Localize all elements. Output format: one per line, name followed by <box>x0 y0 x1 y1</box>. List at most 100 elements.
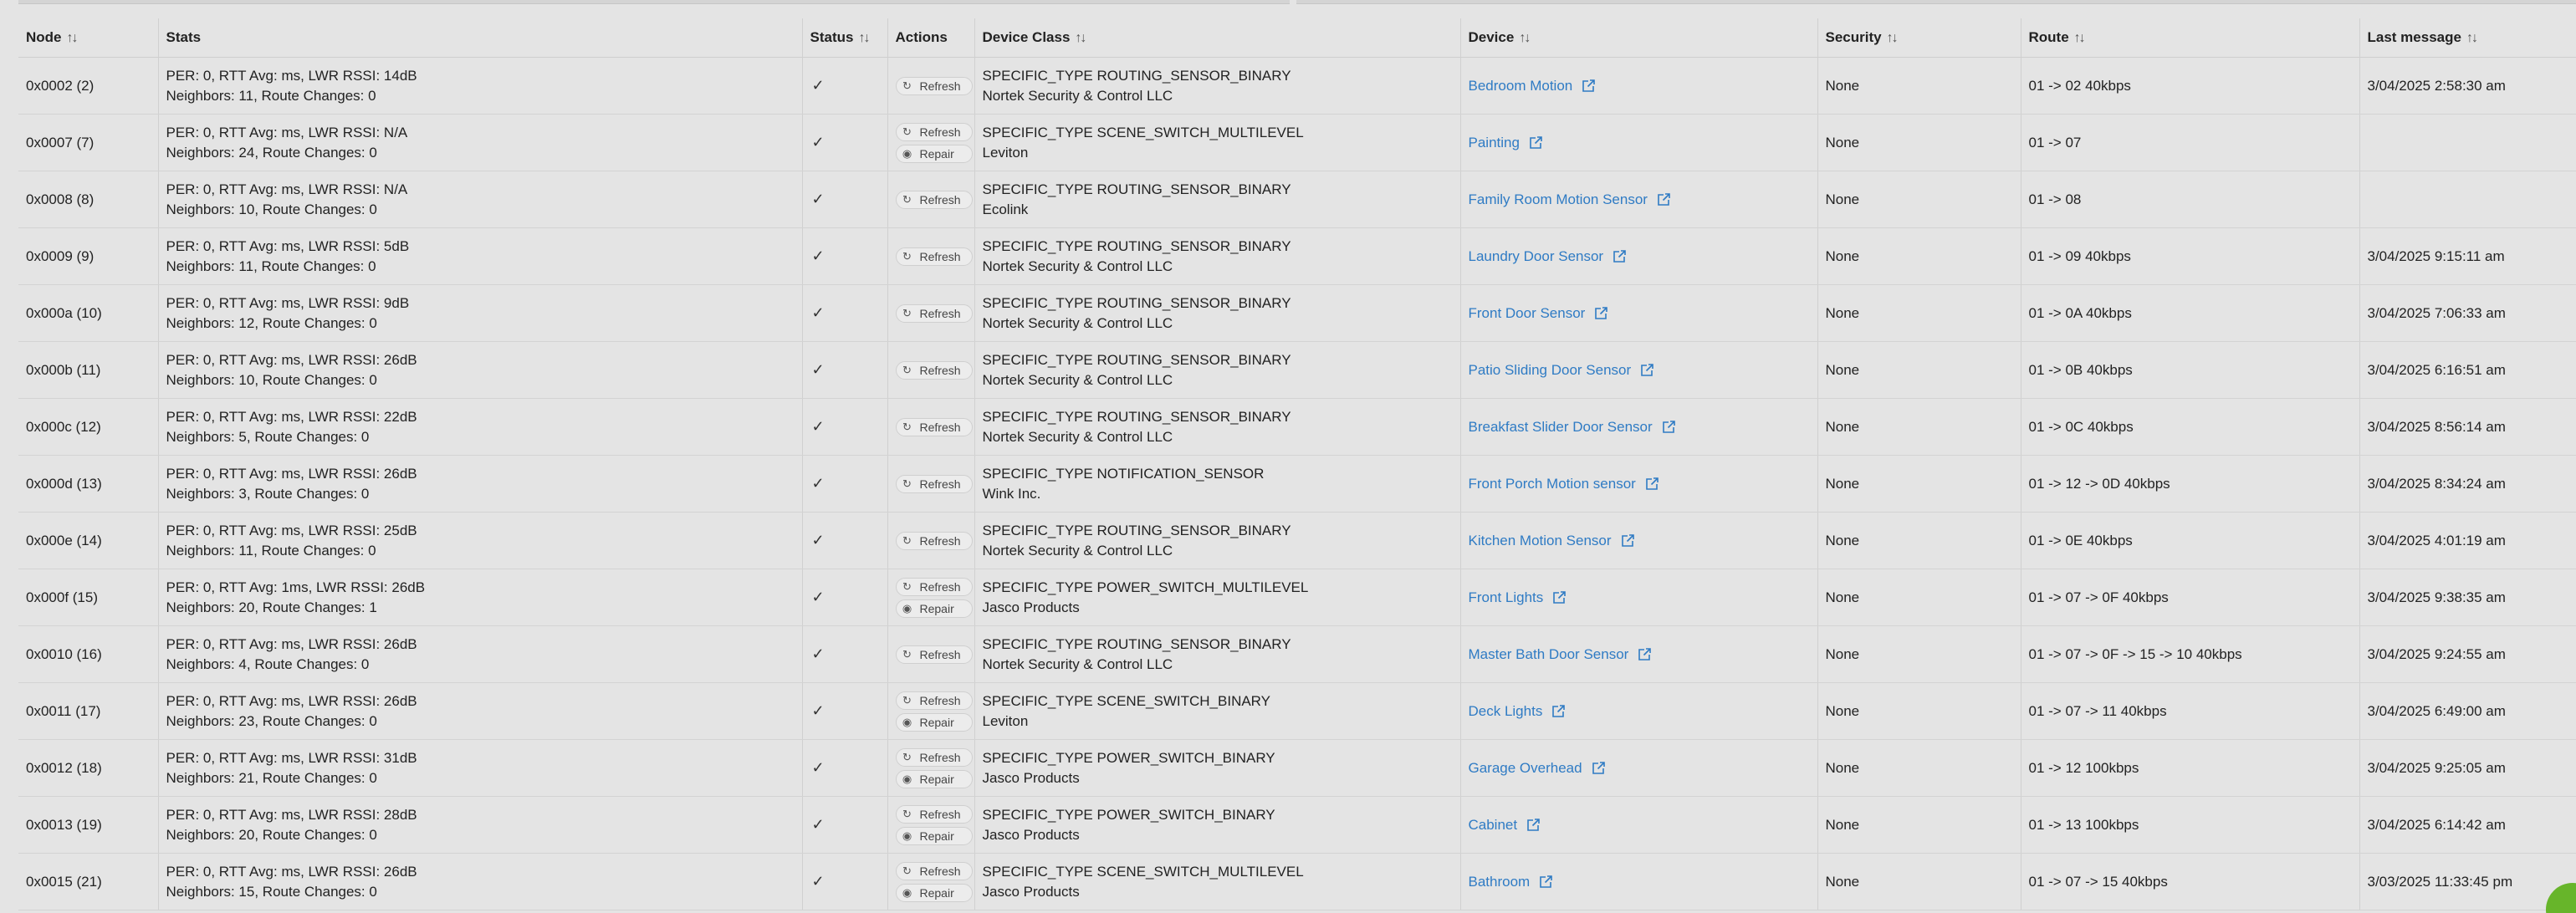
refresh-button[interactable]: ↻ Refresh <box>895 360 973 380</box>
repair-button[interactable]: ◉ Repair <box>895 769 973 788</box>
stats-line-rssi: PER: 0, RTT Avg: ms, LWR RSSI: 26dB <box>166 351 417 368</box>
last-message-value: 3/04/2025 2:58:30 am <box>2367 77 2506 94</box>
refresh-label: Refresh <box>919 647 961 661</box>
column-header-device[interactable]: Device ↑↓ <box>1460 18 1818 58</box>
last-message-value: 3/04/2025 4:01:19 am <box>2367 532 2506 548</box>
external-link-icon[interactable] <box>1639 363 1654 378</box>
external-link-icon[interactable] <box>1612 249 1627 264</box>
device-manufacturer: Jasco Products <box>982 769 1080 786</box>
device-link[interactable]: Cabinet <box>1469 815 1541 835</box>
repair-button[interactable]: ◉ Repair <box>895 144 973 163</box>
refresh-icon: ↻ <box>902 125 912 138</box>
route-value: 01 -> 12 100kbps <box>2028 759 2139 776</box>
device-link[interactable]: Front Porch Motion sensor <box>1469 474 1659 494</box>
device-link[interactable]: Bathroom <box>1469 872 1554 892</box>
refresh-button[interactable]: ↻ Refresh <box>895 645 973 664</box>
stats-line-rssi: PER: 0, RTT Avg: ms, LWR RSSI: 26dB <box>166 465 417 482</box>
device-link[interactable]: Front Door Sensor <box>1469 303 1609 324</box>
refresh-button[interactable]: ↻ Refresh <box>895 804 973 824</box>
repair-icon: ◉ <box>902 601 912 615</box>
actions-cell: ↻ Refresh ◉ Repair <box>887 569 975 626</box>
device-class-type: SPECIFIC_TYPE POWER_SWITCH_BINARY <box>982 806 1275 823</box>
external-link-icon[interactable] <box>1593 306 1608 321</box>
external-link-icon[interactable] <box>1656 192 1671 207</box>
node-id: 0x0013 (19) <box>26 816 102 833</box>
external-link-icon[interactable] <box>1591 761 1606 776</box>
external-link-icon[interactable] <box>1637 647 1652 662</box>
sort-icon[interactable]: ↑↓ <box>2074 31 2086 45</box>
refresh-button[interactable]: ↻ Refresh <box>895 122 973 141</box>
column-header-security[interactable]: Security ↑↓ <box>1817 18 2021 58</box>
device-link[interactable]: Breakfast Slider Door Sensor <box>1469 417 1676 437</box>
repair-button[interactable]: ◉ Repair <box>895 883 973 902</box>
stats-cell: PER: 0, RTT Avg: ms, LWR RSSI: 26dB Neig… <box>158 625 803 683</box>
repair-button[interactable]: ◉ Repair <box>895 599 973 618</box>
external-link-icon[interactable] <box>1620 533 1635 548</box>
sort-icon[interactable]: ↑↓ <box>2466 31 2478 45</box>
device-name: Family Room Motion Sensor <box>1468 191 1648 207</box>
device-link[interactable]: Laundry Door Sensor <box>1469 247 1628 267</box>
node-cell: 0x0002 (2) <box>18 57 159 115</box>
last-message-value: 3/04/2025 9:25:05 am <box>2367 759 2506 776</box>
device-link[interactable]: Deck Lights <box>1469 701 1567 722</box>
security-value: None <box>1825 759 1860 776</box>
column-header-last-message[interactable]: Last message ↑↓ <box>2359 18 2576 58</box>
table-row: 0x000b (11) PER: 0, RTT Avg: ms, LWR RSS… <box>18 341 2576 399</box>
sort-icon[interactable]: ↑↓ <box>1519 31 1531 45</box>
column-header-device-class[interactable]: Device Class ↑↓ <box>974 18 1461 58</box>
column-header-node[interactable]: Node ↑↓ <box>18 18 159 58</box>
device-class-cell: SPECIFIC_TYPE ROUTING_SENSOR_BINARY Nort… <box>974 625 1461 683</box>
status-cell: ✓ <box>802 569 888 626</box>
refresh-button[interactable]: ↻ Refresh <box>895 531 973 550</box>
last-message-cell: 3/04/2025 9:38:35 am <box>2359 569 2576 626</box>
refresh-button[interactable]: ↻ Refresh <box>895 861 973 880</box>
refresh-button[interactable]: ↻ Refresh <box>895 303 973 323</box>
device-manufacturer: Nortek Security & Control LLC <box>982 87 1173 104</box>
route-cell: 01 -> 0C 40kbps <box>2021 398 2360 456</box>
status-ok-icon: ✓ <box>811 304 825 321</box>
sort-icon[interactable]: ↑↓ <box>1075 31 1086 45</box>
device-class-cell: SPECIFIC_TYPE NOTIFICATION_SENSOR Wink I… <box>974 455 1461 513</box>
refresh-button[interactable]: ↻ Refresh <box>895 190 973 209</box>
device-link[interactable]: Patio Sliding Door Sensor <box>1469 360 1655 380</box>
last-message-cell: 3/03/2025 11:33:45 pm <box>2359 853 2576 910</box>
refresh-button[interactable]: ↻ Refresh <box>895 247 973 266</box>
device-class-type: SPECIFIC_TYPE ROUTING_SENSOR_BINARY <box>982 181 1291 197</box>
device-link[interactable]: Family Room Motion Sensor <box>1469 190 1671 210</box>
device-link[interactable]: Master Bath Door Sensor <box>1469 645 1653 665</box>
repair-icon: ◉ <box>902 829 912 842</box>
sort-icon[interactable]: ↑↓ <box>1887 31 1899 45</box>
refresh-button[interactable]: ↻ Refresh <box>895 474 973 493</box>
node-id: 0x000a (10) <box>26 304 102 321</box>
repair-button[interactable]: ◉ Repair <box>895 826 973 845</box>
actions-cell: ↻ Refresh <box>887 398 975 456</box>
device-link[interactable]: Kitchen Motion Sensor <box>1469 531 1635 551</box>
external-link-icon[interactable] <box>1644 477 1659 492</box>
refresh-button[interactable]: ↻ Refresh <box>895 417 973 436</box>
external-link-icon[interactable] <box>1526 818 1541 833</box>
external-link-icon[interactable] <box>1528 135 1543 150</box>
refresh-button[interactable]: ↻ Refresh <box>895 691 973 710</box>
repair-button[interactable]: ◉ Repair <box>895 712 973 732</box>
column-header-status[interactable]: Status ↑↓ <box>802 18 888 58</box>
device-link[interactable]: Bedroom Motion <box>1469 76 1597 96</box>
table-row: 0x0007 (7) PER: 0, RTT Avg: ms, LWR RSSI… <box>18 114 2576 171</box>
external-link-icon[interactable] <box>1538 875 1553 890</box>
device-cell: Front Door Sensor <box>1460 284 1818 342</box>
refresh-button[interactable]: ↻ Refresh <box>895 76 973 95</box>
status-cell: ✓ <box>802 455 888 513</box>
refresh-button[interactable]: ↻ Refresh <box>895 577 973 596</box>
device-link[interactable]: Front Lights <box>1469 588 1567 608</box>
external-link-icon[interactable] <box>1551 704 1566 719</box>
refresh-button[interactable]: ↻ Refresh <box>895 747 973 767</box>
external-link-icon[interactable] <box>1661 420 1676 435</box>
column-header-route[interactable]: Route ↑↓ <box>2021 18 2360 58</box>
device-link[interactable]: Painting <box>1469 133 1543 153</box>
external-link-icon[interactable] <box>1551 590 1567 605</box>
device-link[interactable]: Garage Overhead <box>1469 758 1606 778</box>
sort-icon[interactable]: ↑↓ <box>858 31 870 45</box>
security-value: None <box>1825 816 1860 833</box>
sort-icon[interactable]: ↑↓ <box>67 31 79 45</box>
repair-icon: ◉ <box>902 772 912 785</box>
external-link-icon[interactable] <box>1581 79 1596 94</box>
